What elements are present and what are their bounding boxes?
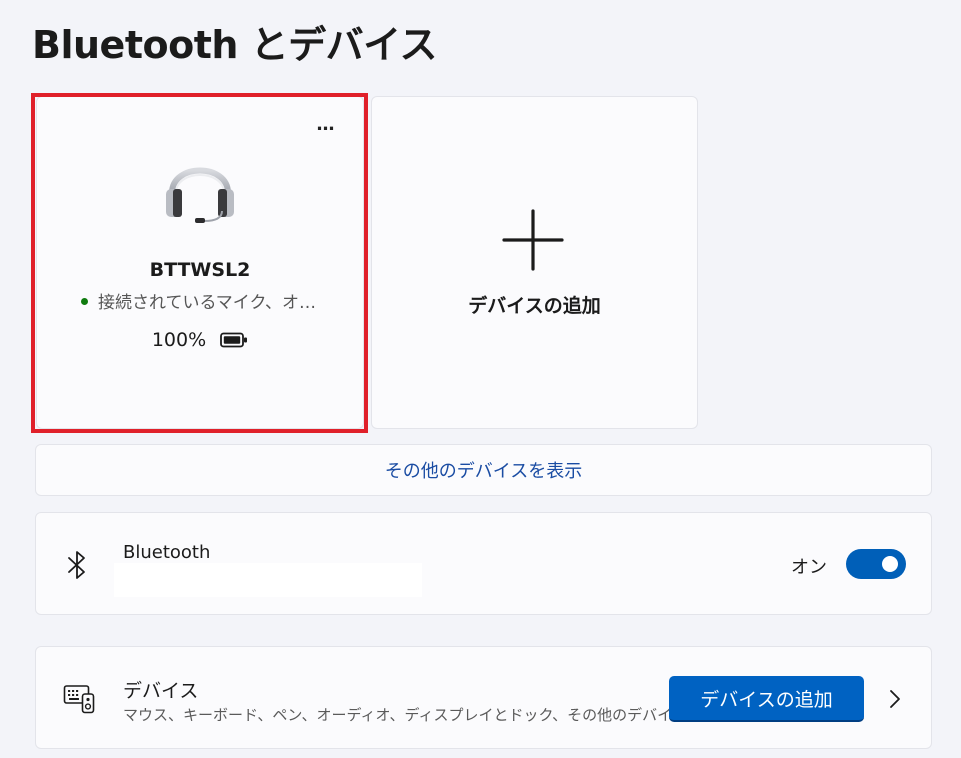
page-title: Bluetooth とデバイス <box>32 23 438 67</box>
settings-page: Bluetooth とデバイス … BTTWSL2 接続されているマイク、オ… <box>0 0 961 758</box>
bluetooth-label: Bluetooth <box>123 542 211 563</box>
devices-label: デバイス <box>123 680 199 702</box>
battery-percent: 100% <box>151 329 207 351</box>
device-name: BTTWSL2 <box>149 259 251 281</box>
bluetooth-icon <box>68 551 85 579</box>
battery-full-icon <box>220 332 248 348</box>
toggle-knob <box>882 556 898 572</box>
battery-row: 100% <box>37 329 363 351</box>
devices-description: マウス、キーボード、ペン、オーディオ、ディスプレイとドック、その他のデバイス <box>123 706 687 724</box>
add-device-tile[interactable]: デバイスの追加 <box>371 96 698 429</box>
device-tile-bttwsl2[interactable]: … BTTWSL2 接続されているマイク、オ… 100% <box>36 96 364 429</box>
devices-icon <box>63 685 95 714</box>
bluetooth-toggle[interactable] <box>846 549 906 579</box>
plus-icon <box>502 209 564 271</box>
status-dot-icon <box>81 298 88 305</box>
device-status: 接続されているマイク、オ… <box>81 288 341 313</box>
show-more-devices-label: その他のデバイスを表示 <box>384 461 583 482</box>
bluetooth-state-label: オン <box>791 557 827 578</box>
devices-setting-row[interactable]: デバイス マウス、キーボード、ペン、オーディオ、ディスプレイとドック、その他のデ… <box>35 646 932 749</box>
bluetooth-subtext-redacted <box>114 563 422 597</box>
add-device-button[interactable]: デバイスの追加 <box>669 676 864 722</box>
headset-icon <box>166 167 234 223</box>
device-status-text: 接続されているマイク、オ… <box>98 293 316 313</box>
add-device-tile-label: デバイスの追加 <box>468 295 601 317</box>
show-more-devices-button[interactable]: その他のデバイスを表示 <box>35 444 932 496</box>
chevron-right-icon[interactable] <box>889 689 901 709</box>
more-options-button[interactable]: … <box>311 113 341 135</box>
bluetooth-setting-row: Bluetooth オン <box>35 512 932 615</box>
